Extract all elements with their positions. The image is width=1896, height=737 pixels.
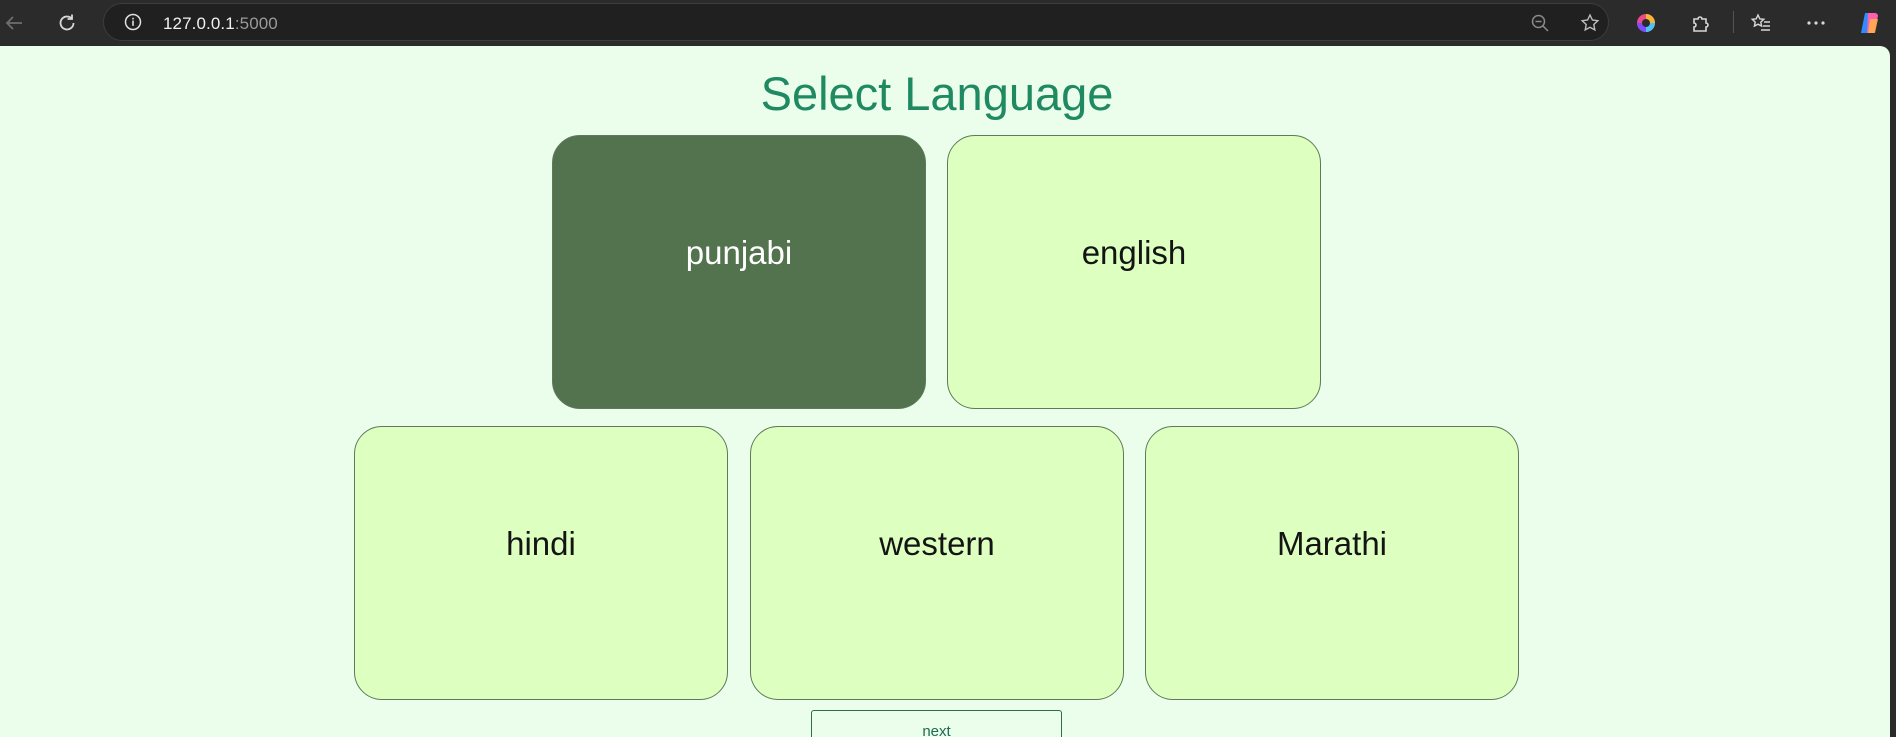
star-icon[interactable] bbox=[1580, 13, 1600, 33]
page-title: Select Language bbox=[760, 67, 1114, 120]
language-card-western[interactable]: western bbox=[750, 426, 1124, 700]
more-dots-icon[interactable] bbox=[1802, 9, 1830, 37]
language-card-marathi[interactable]: Marathi bbox=[1145, 426, 1519, 700]
url-port: :5000 bbox=[234, 14, 278, 33]
url-text[interactable]: 127.0.0.1:5000 bbox=[163, 14, 278, 34]
zoom-out-icon[interactable] bbox=[1530, 13, 1550, 33]
puzzle-icon[interactable] bbox=[1687, 9, 1715, 37]
address-bar[interactable]: 127.0.0.1:5000 bbox=[103, 3, 1609, 41]
url-host: 127.0.0.1 bbox=[163, 14, 235, 33]
language-label: punjabi bbox=[685, 234, 793, 271]
favorites-list-icon[interactable] bbox=[1747, 9, 1775, 37]
language-label: hindi bbox=[506, 525, 576, 562]
window-edge bbox=[1890, 46, 1896, 737]
language-card-english[interactable]: english bbox=[947, 135, 1321, 409]
copilot-icon[interactable] bbox=[1856, 9, 1884, 37]
language-label: Marathi bbox=[1276, 525, 1388, 562]
next-button[interactable]: next bbox=[811, 710, 1062, 737]
back-arrow-icon[interactable] bbox=[0, 9, 28, 37]
page-viewport: Select Language punjabi english hindi we… bbox=[0, 46, 1890, 737]
color-wheel-icon[interactable] bbox=[1632, 9, 1660, 37]
language-card-punjabi[interactable]: punjabi bbox=[552, 135, 926, 409]
language-label: english bbox=[1081, 234, 1187, 271]
reload-icon[interactable] bbox=[53, 9, 81, 37]
browser-toolbar: 127.0.0.1:5000 bbox=[0, 0, 1896, 46]
toolbar-divider bbox=[1733, 11, 1734, 33]
info-icon[interactable] bbox=[124, 13, 142, 31]
language-label: western bbox=[879, 525, 995, 562]
language-card-hindi[interactable]: hindi bbox=[354, 426, 728, 700]
